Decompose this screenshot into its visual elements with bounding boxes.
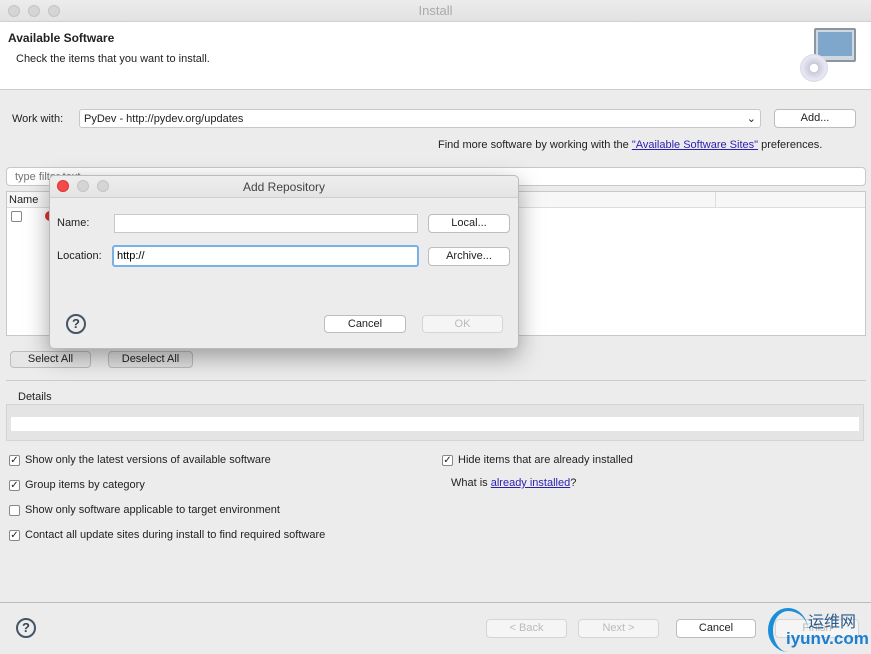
dialog-ok-button[interactable]: OK [422,315,503,333]
wizard-header: Available Software Check the items that … [0,22,871,90]
footer-divider [0,602,871,603]
add-site-button[interactable]: Add... [774,109,856,128]
checkbox[interactable]: ✓ [442,455,453,466]
close-window-button[interactable] [8,5,20,17]
work-with-label: Work with: [12,113,64,125]
checkbox[interactable]: ✓ [9,455,20,466]
name-input[interactable] [114,214,418,233]
page-title: Available Software [8,31,115,45]
add-repository-dialog: Add Repository Name: Local... Location: … [49,175,519,349]
deselect-all-button[interactable]: Deselect All [108,351,193,368]
work-with-combo[interactable]: PyDev - http://pydev.org/updates ⌄ [79,109,761,128]
details-text-area[interactable] [11,417,859,431]
checkbox[interactable] [9,505,20,516]
location-input[interactable] [112,245,419,267]
dialog-zoom-button[interactable] [97,180,109,192]
archive-button[interactable]: Archive... [428,247,510,266]
dialog-title: Add Repository [242,180,326,194]
dialog-close-button[interactable] [57,180,69,192]
dialog-minimize-button[interactable] [77,180,89,192]
zoom-window-button[interactable] [48,5,60,17]
available-software-sites-link[interactable]: "Available Software Sites" [632,139,758,151]
name-label: Name: [57,217,90,229]
local-button[interactable]: Local... [428,214,510,233]
details-panel [6,404,864,441]
window-titlebar: Install [0,0,871,22]
checkbox[interactable]: ✓ [9,530,20,541]
already-installed-link[interactable]: already installed [491,477,571,489]
divider [6,380,866,381]
column-name[interactable]: Name [9,194,38,206]
chevron-down-icon: ⌄ [746,113,756,125]
cancel-button[interactable]: Cancel [676,619,756,638]
page-subtitle: Check the items that you want to install… [16,53,210,65]
find-more-text: Find more software by working with the "… [438,139,823,151]
work-with-value: PyDev - http://pydev.org/updates [84,113,244,125]
help-icon[interactable]: ? [16,618,36,638]
window-title: Install [418,3,453,18]
minimize-window-button[interactable] [28,5,40,17]
select-all-button[interactable]: Select All [10,351,91,368]
what-is-installed-text: What is already installed? [451,477,577,489]
dialog-help-icon[interactable]: ? [66,314,86,334]
details-label: Details [18,391,52,403]
next-button[interactable]: Next > [578,619,659,638]
dialog-titlebar: Add Repository [50,176,518,198]
watermark-logo: 运维网 iyunv.com [768,606,871,654]
install-computer-icon [800,28,858,86]
table-row-checkbox[interactable] [11,211,22,222]
location-label: Location: [57,250,102,262]
back-button[interactable]: < Back [486,619,567,638]
checkbox[interactable]: ✓ [9,480,20,491]
dialog-cancel-button[interactable]: Cancel [324,315,406,333]
